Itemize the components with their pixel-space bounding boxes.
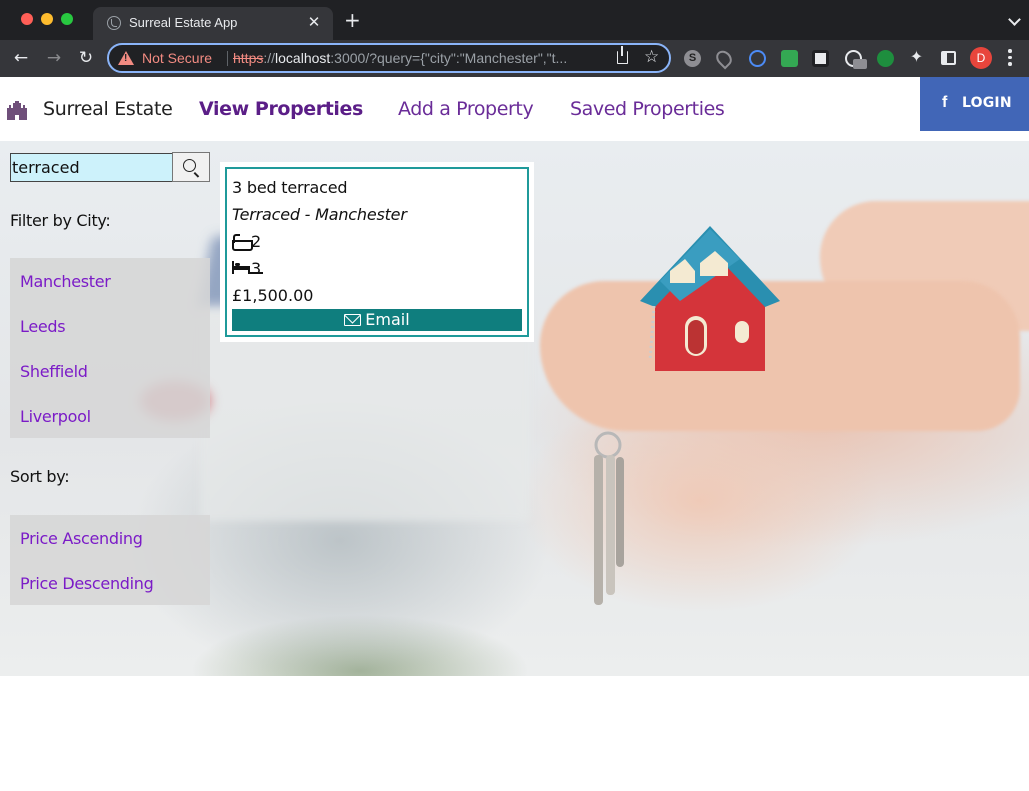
extension-s-icon[interactable]: S <box>684 50 701 67</box>
login-label: LOGIN <box>962 95 1012 111</box>
email-button[interactable]: Email <box>232 309 522 331</box>
globe-icon <box>107 16 121 30</box>
location-pin-icon[interactable] <box>713 47 735 70</box>
extension-badge <box>853 59 867 69</box>
url-scheme: https <box>233 50 264 66</box>
bedrooms-row: 3 <box>232 259 261 278</box>
url-text[interactable]: https://localhost:3000/?query={"city":"M… <box>233 50 603 66</box>
security-label[interactable]: Not Secure <box>142 50 212 66</box>
login-button[interactable]: f LOGIN <box>920 77 1029 131</box>
city-link-manchester[interactable]: Manchester <box>20 272 111 291</box>
property-type-city: Terraced - Manchester <box>232 205 407 224</box>
nav-add-property[interactable]: Add a Property <box>398 98 534 120</box>
url-host: localhost <box>275 50 331 66</box>
filter-city-heading: Filter by City: <box>10 211 111 230</box>
new-tab-button[interactable]: + <box>344 10 361 30</box>
toy-house-illustration <box>640 226 780 371</box>
share-icon[interactable] <box>617 46 628 64</box>
minimize-window-button[interactable] <box>41 13 53 25</box>
city-filter-panel: Manchester Leeds Sheffield Liverpool <box>10 258 210 438</box>
envelope-icon <box>344 314 362 326</box>
tab-title: Surreal Estate App <box>129 15 238 30</box>
extension-check-icon[interactable] <box>877 50 894 67</box>
facebook-icon: f <box>942 94 948 111</box>
close-window-button[interactable] <box>21 13 33 25</box>
address-bar[interactable]: Not Secure https://localhost:3000/?query… <box>107 43 671 73</box>
browser-tab[interactable]: Surreal Estate App ✕ <box>93 7 333 40</box>
warning-icon <box>118 51 134 65</box>
site-header: Surreal Estate View Properties Add a Pro… <box>0 77 1029 141</box>
nav-saved-properties[interactable]: Saved Properties <box>570 98 725 120</box>
email-label: Email <box>365 310 410 329</box>
sort-heading: Sort by: <box>10 467 70 486</box>
bath-icon <box>232 234 253 251</box>
browser-toolbar: ← → ↻ Not Secure https://localhost:3000/… <box>0 40 1029 77</box>
keys-illustration <box>594 431 624 605</box>
search-button[interactable] <box>172 152 210 182</box>
extension-printer-icon[interactable] <box>781 50 798 67</box>
property-card: 3 bed terraced Terraced - Manchester 2 3… <box>225 167 529 337</box>
search-icon <box>183 159 196 172</box>
url-separator: :// <box>263 50 276 66</box>
bed-icon <box>232 261 250 275</box>
sort-panel: Price Ascending Price Descending <box>10 515 210 605</box>
city-link-liverpool[interactable]: Liverpool <box>20 407 91 426</box>
address-divider <box>227 51 228 66</box>
page-footer-space <box>0 676 1029 791</box>
kebab-menu-icon[interactable] <box>1008 49 1012 67</box>
back-arrow-icon[interactable]: ← <box>11 48 31 68</box>
hand <box>540 281 1020 431</box>
browser-tab-bar: Surreal Estate App ✕ + <box>0 0 1029 40</box>
extension-screenshot-icon[interactable] <box>812 50 829 67</box>
nav-view-properties[interactable]: View Properties <box>199 98 363 120</box>
property-card-wrapper: 3 bed terraced Terraced - Manchester 2 3… <box>220 162 534 342</box>
city-link-leeds[interactable]: Leeds <box>20 317 66 336</box>
blurred-house <box>200 311 530 521</box>
puzzle-icon[interactable]: ✦ <box>908 48 925 65</box>
sort-price-ascending[interactable]: Price Ascending <box>20 529 143 548</box>
search-input[interactable] <box>10 153 173 182</box>
castle-logo-icon[interactable] <box>7 101 27 120</box>
tab-close-icon[interactable]: ✕ <box>305 13 323 31</box>
url-rest: :3000/?query={"city":"Manchester","t... <box>330 50 568 66</box>
maximize-window-button[interactable] <box>61 13 73 25</box>
reload-icon[interactable]: ↻ <box>76 48 96 68</box>
property-price: £1,500.00 <box>232 286 314 305</box>
profile-avatar[interactable]: D <box>970 47 992 69</box>
property-title: 3 bed terraced <box>232 178 348 197</box>
forward-arrow-icon[interactable]: → <box>44 48 64 68</box>
bookmark-star-icon[interactable]: ☆ <box>644 47 659 67</box>
brand-name[interactable]: Surreal Estate <box>43 98 173 120</box>
side-panel-icon[interactable] <box>941 51 956 65</box>
bathrooms-row: 2 <box>232 232 261 251</box>
sort-price-descending[interactable]: Price Descending <box>20 574 154 593</box>
extension-circle-icon[interactable] <box>749 50 766 67</box>
chevron-down-icon[interactable] <box>1008 13 1021 26</box>
city-link-sheffield[interactable]: Sheffield <box>20 362 88 381</box>
bedrooms-count: 3 <box>251 259 262 278</box>
